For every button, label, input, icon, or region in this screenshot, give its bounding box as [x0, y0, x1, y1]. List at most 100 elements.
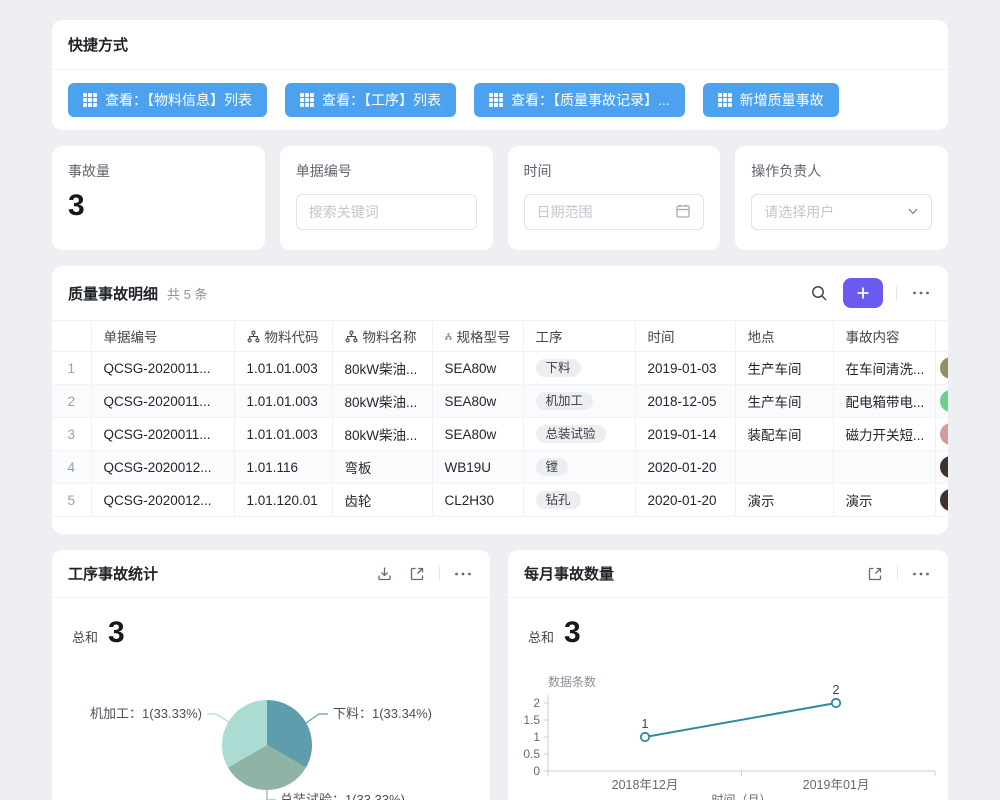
cell-spec: CL2H30 — [432, 484, 523, 517]
shortcut-button-label: 新增质量事故 — [740, 90, 824, 110]
incident-count-value: 3 — [68, 189, 249, 223]
svg-text:1: 1 — [642, 717, 649, 731]
monthly-total-row: 总和 3 — [508, 598, 948, 650]
table-row[interactable]: 3QCSG-2020011...1.01.01.00380kW柴油...SEA8… — [52, 418, 948, 451]
table-footer-strip — [52, 517, 948, 534]
cell-place: 生产车间 — [735, 385, 833, 418]
dashboard-page: 快捷方式 查看：【物料信息】列表 查看：【工序】列表 查看：【质量事故记录】... 新… — [0, 0, 1000, 800]
incident-detail-card: 质量事故明细 共 5 条 — [52, 266, 948, 534]
column-header-9[interactable]: 操作负责人 — [935, 321, 948, 352]
cell-material-name: 80kW柴油... — [332, 418, 432, 451]
column-header-3[interactable]: 物料名称 — [332, 321, 432, 352]
cell-spec: SEA80w — [432, 352, 523, 385]
table-row[interactable]: 5QCSG-2020012...1.01.120.01齿轮CL2H30钻孔202… — [52, 484, 948, 517]
incident-table-scroll-area[interactable]: 单据编号物料代码物料名称规格型号工序时间地点事故内容操作负责人 1QCSG-20… — [52, 320, 948, 517]
cell-doc-no: QCSG-2020011... — [91, 418, 234, 451]
incident-detail-count: 共 5 条 — [167, 284, 207, 303]
cell-doc-no: QCSG-2020011... — [91, 385, 234, 418]
column-header-0[interactable] — [52, 321, 91, 352]
process-stats-card: 工序事故统计 — [52, 550, 490, 800]
column-header-2[interactable]: 物料代码 — [234, 321, 332, 352]
operator-avatar — [940, 456, 949, 478]
svg-text:1: 1 — [533, 730, 540, 744]
expand-button[interactable] — [865, 564, 885, 584]
row-index: 5 — [52, 484, 91, 517]
doc-no-filter-card: 单据编号 搜索关键词 — [280, 146, 493, 250]
svg-text:数据条数: 数据条数 — [548, 674, 596, 689]
actions-divider — [896, 286, 897, 301]
column-header-8[interactable]: 事故内容 — [833, 321, 935, 352]
table-more-button[interactable] — [910, 288, 932, 298]
incident-table: 单据编号物料代码物料名称规格型号工序时间地点事故内容操作负责人 1QCSG-20… — [52, 320, 948, 517]
shortcut-button-1[interactable]: 查看：【工序】列表 — [285, 83, 456, 117]
monthly-count-more-button[interactable] — [910, 569, 932, 579]
doc-no-search-input[interactable]: 搜索关键词 — [296, 194, 477, 230]
incident-detail-header: 质量事故明细 共 5 条 — [52, 266, 948, 320]
search-button[interactable] — [808, 282, 830, 304]
incident-detail-title: 质量事故明细 — [68, 283, 158, 304]
add-record-button[interactable] — [843, 278, 883, 308]
operator-filter-card: 操作负责人 请选择用户 — [735, 146, 948, 250]
column-header-7[interactable]: 地点 — [735, 321, 833, 352]
svg-text:下料：1(33.34%): 下料：1(33.34%) — [333, 706, 432, 721]
download-button[interactable] — [374, 563, 395, 584]
actions-divider — [897, 566, 898, 581]
svg-text:机加工：1(33.33%): 机加工：1(33.33%) — [90, 706, 202, 721]
cell-time: 2019-01-03 — [635, 352, 735, 385]
cell-spec: SEA80w — [432, 385, 523, 418]
table-row[interactable]: 1QCSG-2020011...1.01.01.00380kW柴油...SEA8… — [52, 352, 948, 385]
row-index: 3 — [52, 418, 91, 451]
monthly-total-label: 总和 — [528, 627, 554, 646]
cell-content: 在车间清洗... — [833, 352, 935, 385]
cell-content: 磁力开关短... — [833, 418, 935, 451]
shortcut-button-3[interactable]: 新增质量事故 — [703, 83, 839, 117]
process-total-row: 总和 3 — [52, 598, 490, 650]
linked-field-icon — [247, 330, 260, 343]
table-row[interactable]: 2QCSG-2020011...1.01.01.00380kW柴油...SEA8… — [52, 385, 948, 418]
column-header-4[interactable]: 规格型号 — [432, 321, 523, 352]
column-header-6[interactable]: 时间 — [635, 321, 735, 352]
filter-row: 事故量 3 单据编号 搜索关键词 时间 日期范围 操作负责人 — [52, 146, 948, 250]
process-tag: 下料 — [536, 359, 581, 378]
operator-avatar — [940, 390, 949, 412]
charts-row: 工序事故统计 — [52, 550, 948, 800]
process-tag: 镗 — [536, 458, 569, 477]
operator-select[interactable]: 请选择用户 — [751, 194, 932, 230]
cell-process: 总装试验 — [523, 418, 635, 451]
shortcut-button-label: 查看：【质量事故记录】... — [511, 90, 670, 110]
chevron-down-icon — [907, 204, 919, 220]
ellipsis-icon — [912, 290, 930, 296]
shortcut-button-2[interactable]: 查看：【质量事故记录】... — [474, 83, 685, 117]
cell-material-name: 弯板 — [332, 451, 432, 484]
cell-process: 镗 — [523, 451, 635, 484]
time-filter-label: 时间 — [524, 161, 705, 181]
shortcuts-card: 快捷方式 查看：【物料信息】列表 查看：【工序】列表 查看：【质量事故记录】... 新… — [52, 20, 948, 130]
expand-button[interactable] — [407, 564, 427, 584]
cell-place: 演示 — [735, 484, 833, 517]
column-header-1[interactable]: 单据编号 — [91, 321, 234, 352]
svg-text:0: 0 — [533, 764, 540, 778]
cell-spec: WB19U — [432, 451, 523, 484]
shortcuts-title: 快捷方式 — [52, 20, 948, 70]
column-header-5[interactable]: 工序 — [523, 321, 635, 352]
shortcut-button-0[interactable]: 查看：【物料信息】列表 — [68, 83, 267, 117]
cell-time: 2020-01-20 — [635, 451, 735, 484]
operator-avatar — [940, 489, 949, 511]
svg-text:时间（月）: 时间（月） — [711, 793, 771, 800]
process-stats-more-button[interactable] — [452, 569, 474, 579]
row-index: 1 — [52, 352, 91, 385]
cell-operator — [935, 352, 948, 385]
svg-text:2: 2 — [833, 683, 840, 697]
svg-text:2019年01月: 2019年01月 — [803, 778, 870, 792]
table-row[interactable]: 4QCSG-2020012...1.01.116弯板WB19U镗2020-01-… — [52, 451, 948, 484]
incident-detail-actions — [808, 278, 932, 308]
cell-process: 机加工 — [523, 385, 635, 418]
cell-spec: SEA80w — [432, 418, 523, 451]
row-index: 4 — [52, 451, 91, 484]
plus-icon — [855, 285, 871, 301]
incident-count-label: 事故量 — [68, 161, 249, 181]
cell-content: 演示 — [833, 484, 935, 517]
operator-avatar — [940, 357, 949, 379]
shortcut-button-label: 查看：【工序】列表 — [322, 90, 441, 110]
date-range-input[interactable]: 日期范围 — [524, 194, 705, 230]
